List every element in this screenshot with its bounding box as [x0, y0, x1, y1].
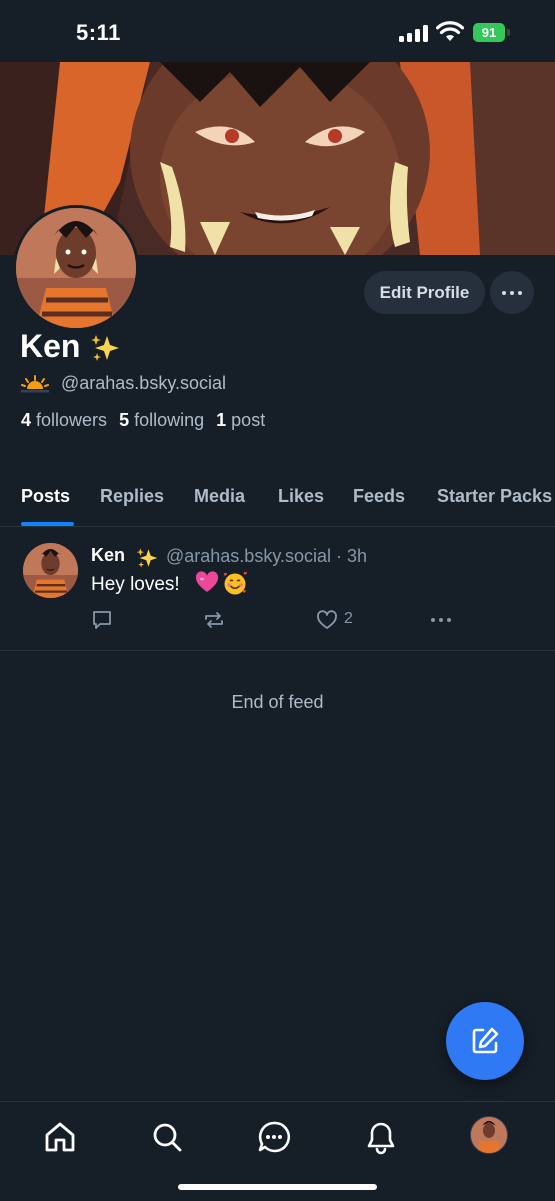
active-tab-indicator — [21, 522, 74, 526]
followers-label: followers — [36, 410, 108, 430]
following-stat[interactable]: 5 following — [119, 410, 204, 430]
tab-feeds[interactable]: Feeds — [353, 486, 405, 507]
profile-tabs: Posts Replies Media Likes Feeds Starter … — [0, 472, 555, 527]
sunrise-emoji — [21, 375, 49, 393]
post-separator: · — [336, 546, 343, 566]
post-text: Hey loves! — [91, 574, 180, 595]
edit-profile-button[interactable]: Edit Profile — [364, 271, 485, 314]
compose-icon — [472, 1027, 499, 1054]
profile-avatar[interactable] — [13, 205, 139, 331]
tab-posts[interactable]: Posts — [21, 486, 70, 507]
bell-icon[interactable] — [363, 1119, 399, 1155]
feed-post[interactable]: Ken @arahas.bsky.social · 3h Hey loves! … — [0, 527, 555, 651]
bottom-navigation — [0, 1101, 555, 1201]
compose-button[interactable] — [446, 1002, 524, 1080]
wifi-icon — [436, 21, 464, 41]
status-bar: 5:11 91 — [0, 0, 555, 62]
tab-starter-packs[interactable]: Starter Packs — [437, 486, 552, 507]
home-icon[interactable] — [42, 1119, 78, 1155]
post-meta: @arahas.bsky.social · 3h — [166, 546, 367, 567]
chat-icon[interactable] — [256, 1119, 292, 1155]
followers-stat[interactable]: 4 followers — [21, 410, 107, 430]
profile-avatar[interactable] — [470, 1116, 508, 1154]
end-of-feed: End of feed — [231, 692, 324, 712]
following-count: 5 — [119, 410, 130, 430]
post-time[interactable]: 3h — [347, 546, 367, 566]
battery-indicator: 91 — [473, 23, 505, 42]
nav-avatar-image — [471, 1117, 507, 1153]
sparkles-emoji — [136, 548, 158, 568]
tab-likes[interactable]: Likes — [278, 486, 324, 507]
tab-media[interactable]: Media — [194, 486, 245, 507]
reply-icon[interactable] — [91, 609, 113, 631]
sparkles-emoji — [91, 335, 119, 361]
post-author-avatar[interactable] — [23, 543, 78, 598]
profile-display-name: Ken — [20, 328, 81, 364]
followers-count: 4 — [21, 410, 32, 430]
pink-heart-emoji — [195, 571, 219, 592]
like-count: 2 — [344, 610, 353, 627]
posts-count: 1 — [216, 410, 227, 430]
smiling-face-with-hearts-emoji — [223, 571, 247, 595]
home-indicator — [178, 1184, 377, 1190]
tab-replies[interactable]: Replies — [100, 486, 164, 507]
status-time: 5:11 — [76, 20, 121, 45]
posts-stat: 1 post — [216, 410, 265, 430]
repost-icon[interactable] — [203, 609, 225, 631]
following-label: following — [134, 410, 205, 430]
search-icon[interactable] — [149, 1119, 185, 1155]
post-handle[interactable]: @arahas.bsky.social — [166, 546, 331, 566]
post-more-icon[interactable] — [428, 609, 458, 631]
profile-more-button[interactable] — [490, 271, 534, 314]
profile-handle[interactable]: @arahas.bsky.social — [61, 373, 226, 394]
post-author-name[interactable]: Ken — [91, 545, 125, 566]
avatar-image — [16, 208, 136, 328]
like-icon[interactable] — [316, 609, 338, 631]
posts-label: post — [231, 410, 266, 430]
profile-stats: 4 followers 5 following 1 post — [21, 410, 265, 431]
cellular-signal-icon — [399, 24, 429, 42]
post-avatar-image — [23, 543, 78, 598]
battery-cap — [507, 29, 510, 36]
